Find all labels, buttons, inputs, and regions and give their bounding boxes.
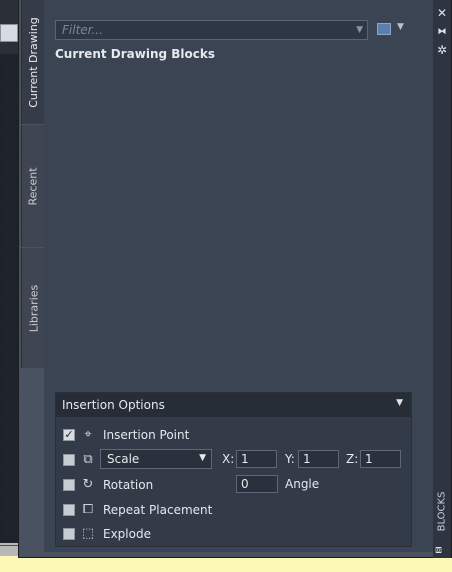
scale-z-input[interactable]: 1 [360, 450, 401, 468]
insertion-point-label: Insertion Point [103, 428, 190, 442]
chevron-down-icon[interactable]: ▼ [356, 23, 363, 37]
palette-tabs: Current Drawing Recent Libraries [19, 0, 45, 368]
scale-x-label: X: [222, 452, 235, 466]
insertion-options-title: Insertion Options [62, 398, 165, 412]
toolbar-button-icon[interactable] [0, 24, 18, 42]
explode-label: Explode [103, 527, 151, 541]
scale-icon: ⧉ [83, 452, 93, 467]
scale-x-input[interactable]: 1 [236, 450, 277, 468]
rotation-checkbox[interactable] [63, 479, 75, 491]
scale-select-value: Scale [107, 452, 140, 466]
palette-content: Filter... ▼ ▼ Current Drawing Blocks Ins… [44, 0, 439, 552]
repeat-placement-label: Repeat Placement [103, 503, 213, 517]
rotation-label: Rotation [103, 478, 154, 492]
close-icon[interactable]: ✕ [436, 7, 448, 19]
tab-label: Current Drawing [27, 16, 40, 108]
tab-libraries[interactable]: Libraries [21, 248, 45, 368]
filter-input[interactable]: Filter... ▼ [55, 20, 368, 40]
insertion-point-icon: ⌖ [84, 427, 92, 442]
explode-row: ⬚ Explode [63, 524, 151, 544]
palette-title-bar[interactable]: ✕ ⧓ ✲ BLOCKS ⧈ [433, 0, 451, 558]
tab-current-drawing[interactable]: Current Drawing [21, 0, 45, 124]
rotation-icon: ↻ [82, 477, 94, 492]
insertion-options-header[interactable]: Insertion Options ▼ [56, 393, 411, 417]
repeat-placement-icon: ⧠ [82, 502, 94, 517]
angle-label: Angle [285, 477, 320, 491]
scale-z-label: Z: [346, 452, 359, 466]
palette-title: BLOCKS [434, 488, 450, 534]
autohide-icon[interactable]: ⧓ [436, 26, 448, 38]
scale-select[interactable]: Scale ▼ [100, 449, 212, 469]
command-line-area [0, 556, 452, 572]
section-title: Current Drawing Blocks [55, 47, 216, 61]
explode-icon: ⬚ [81, 526, 95, 541]
properties-icon[interactable]: ✲ [436, 44, 448, 56]
filter-placeholder: Filter... [62, 23, 103, 37]
blocks-palette: Current Drawing Recent Libraries Filter.… [18, 0, 452, 558]
chevron-down-icon[interactable]: ▼ [396, 398, 403, 408]
scale-checkbox[interactable] [63, 454, 75, 466]
insertion-point-checkbox[interactable]: ✓ [63, 429, 75, 441]
angle-input[interactable]: 0 [236, 475, 278, 493]
tab-recent[interactable]: Recent [21, 125, 45, 247]
blocks-icon: ⧈ [435, 543, 442, 556]
chevron-down-icon: ▼ [199, 453, 206, 463]
tab-label: Recent [27, 166, 40, 206]
scale-y-input[interactable]: 1 [298, 450, 339, 468]
rotation-row: ↻ Rotation [63, 475, 153, 495]
scale-row: ⧉ [63, 450, 97, 470]
explode-checkbox[interactable] [63, 528, 75, 540]
repeat-placement-checkbox[interactable] [63, 504, 75, 516]
thumbnail-view-icon[interactable] [377, 23, 391, 35]
tab-label: Libraries [27, 284, 41, 332]
palette-title-text: BLOCKS [436, 491, 448, 531]
chevron-down-icon[interactable]: ▼ [397, 22, 404, 32]
insertion-options-panel: Insertion Options ▼ ✓ ⌖ Insertion Point … [55, 392, 412, 547]
repeat-placement-row: ⧠ Repeat Placement [63, 500, 212, 520]
insertion-point-row: ✓ ⌖ Insertion Point [63, 425, 189, 445]
scale-y-label: Y: [285, 452, 295, 466]
